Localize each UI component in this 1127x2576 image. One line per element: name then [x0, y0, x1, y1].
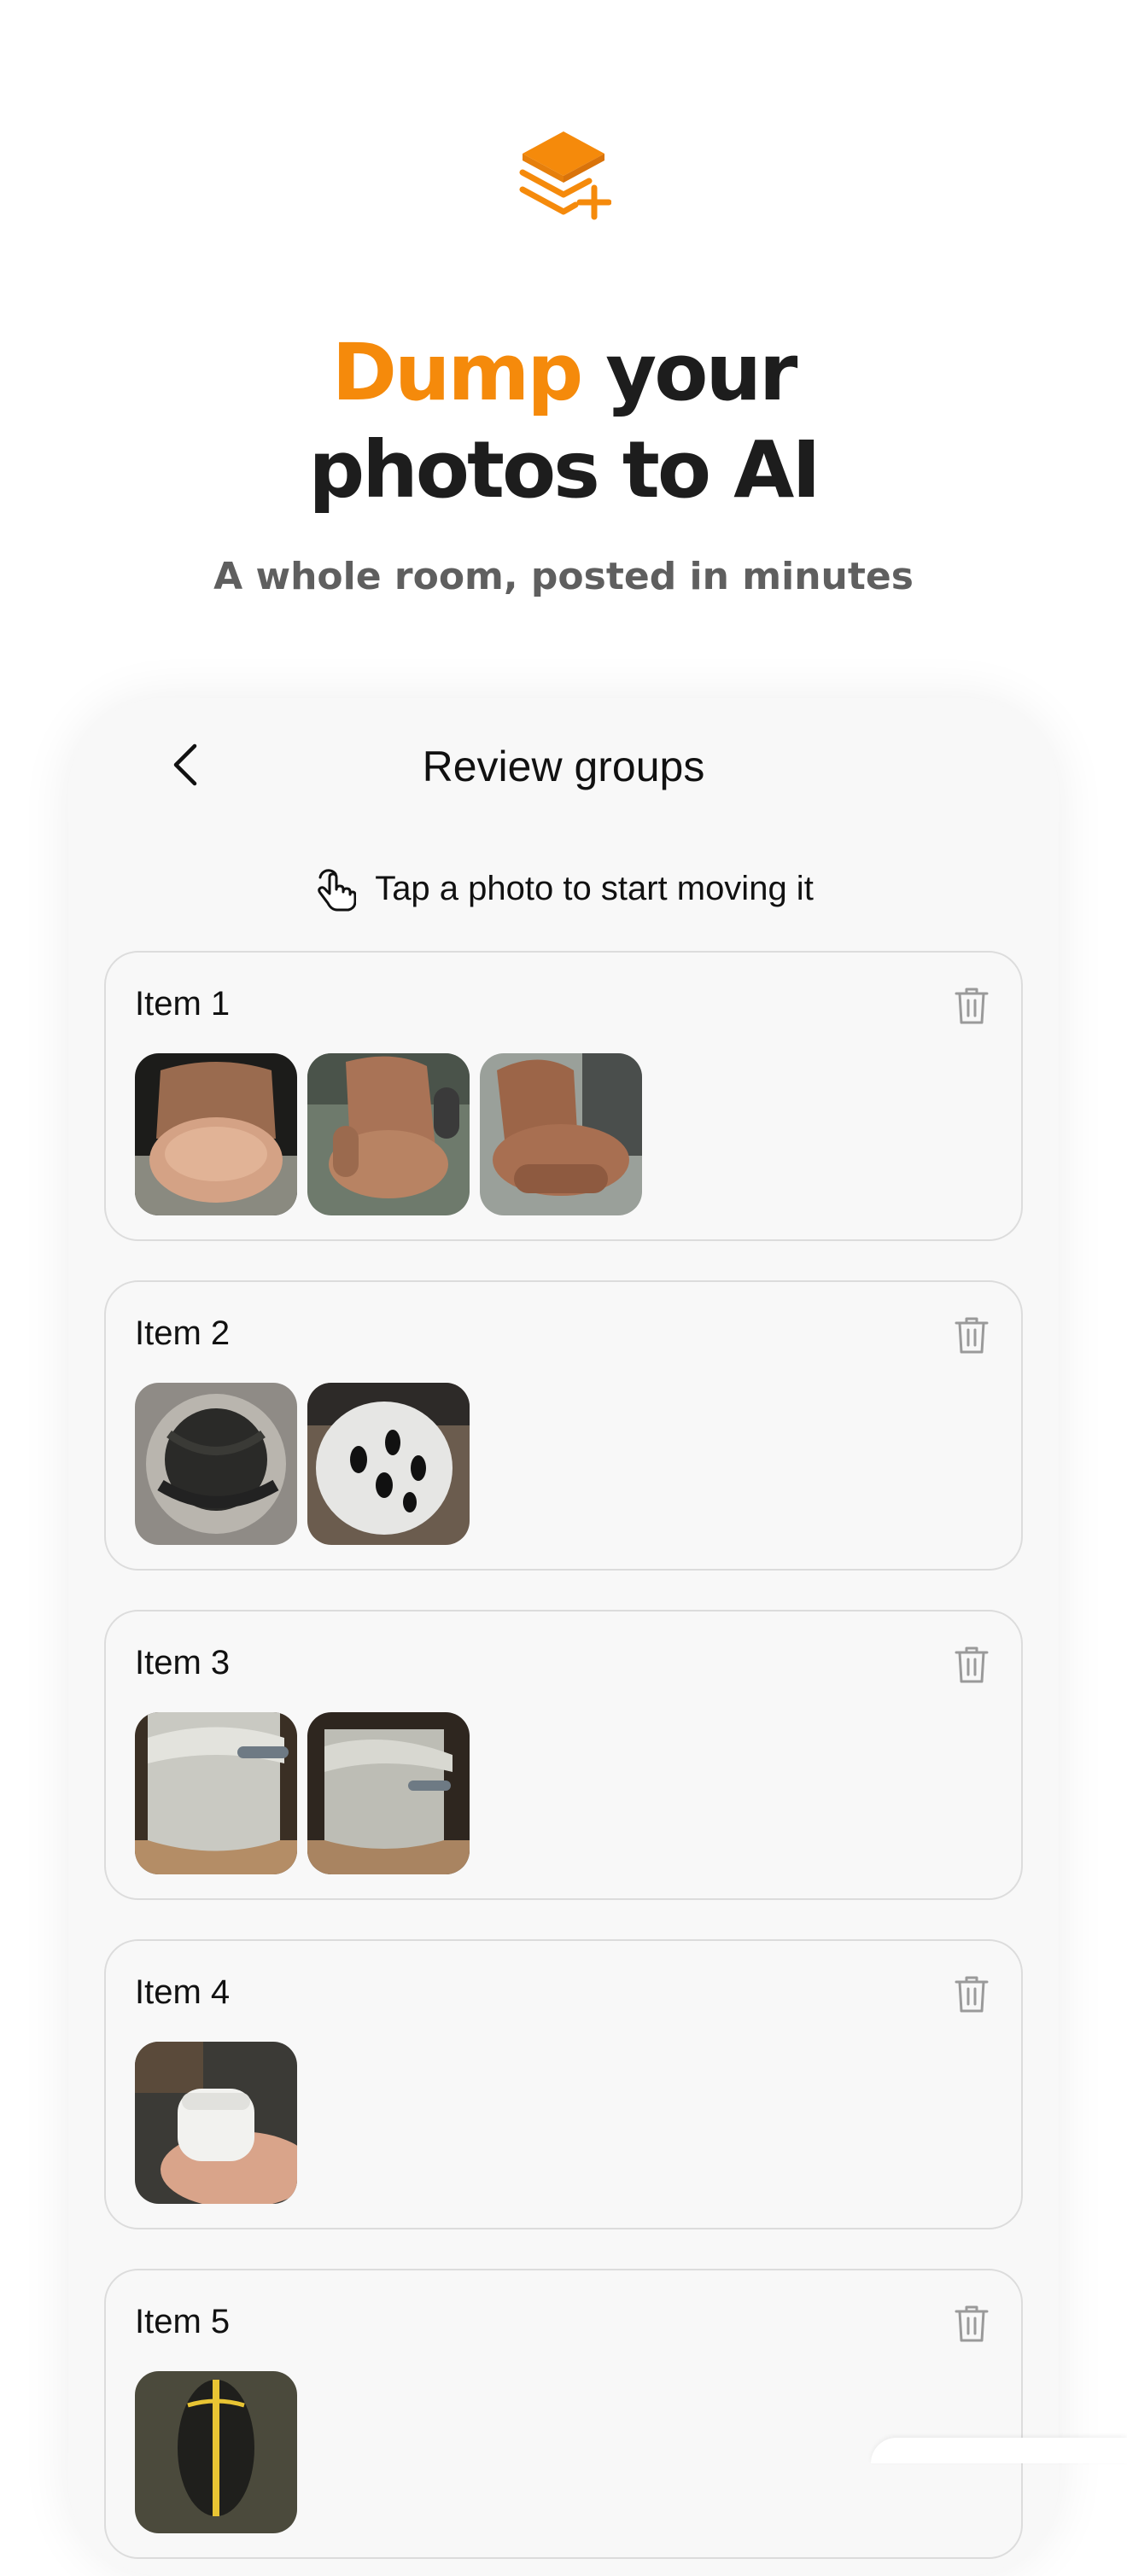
- group-card: Item 5: [104, 2269, 1023, 2559]
- bottom-sheet-edge: [871, 2438, 1127, 2463]
- photo-thumbnail[interactable]: [135, 2371, 297, 2533]
- photo-thumbnail[interactable]: [307, 1712, 470, 1874]
- screen-title: Review groups: [422, 743, 705, 790]
- trash-icon[interactable]: [951, 1644, 992, 1685]
- tap-hand-icon: [318, 869, 357, 912]
- stack-plus-icon: [519, 131, 611, 220]
- headline-accent: Dump: [331, 327, 584, 418]
- group-card: Item 3: [104, 1610, 1023, 1900]
- hint-text: Tap a photo to start moving it: [375, 869, 814, 907]
- group-card: Item 4: [104, 1939, 1023, 2229]
- headline: Dump your photos to AI: [0, 324, 1127, 519]
- photo-thumbnail[interactable]: [135, 2042, 297, 2204]
- trash-icon[interactable]: [951, 2303, 992, 2344]
- group-card: Item 1: [104, 951, 1023, 1241]
- group-title: Item 3: [135, 1644, 231, 1681]
- photo-thumbnail[interactable]: [480, 1053, 642, 1215]
- group-title: Item 5: [135, 2303, 231, 2340]
- trash-icon[interactable]: [951, 1314, 992, 1355]
- group-title: Item 2: [135, 1314, 231, 1352]
- subheadline: A whole room, posted in minutes: [213, 555, 914, 598]
- photo-thumbnail[interactable]: [307, 1053, 470, 1215]
- photo-thumbnail[interactable]: [135, 1053, 297, 1215]
- headline-line2: photos to AI: [308, 424, 820, 516]
- trash-icon[interactable]: [951, 985, 992, 1026]
- trash-icon[interactable]: [951, 1973, 992, 2014]
- hint-row: Tap a photo to start moving it: [0, 865, 1127, 912]
- group-title: Item 4: [135, 1973, 231, 2011]
- group-title: Item 1: [135, 985, 231, 1023]
- group-card: Item 2: [104, 1280, 1023, 1571]
- photo-thumbnail[interactable]: [135, 1712, 297, 1874]
- photo-thumbnail[interactable]: [307, 1383, 470, 1545]
- headline-line1-rest: your: [605, 327, 797, 418]
- photo-thumbnail[interactable]: [135, 1383, 297, 1545]
